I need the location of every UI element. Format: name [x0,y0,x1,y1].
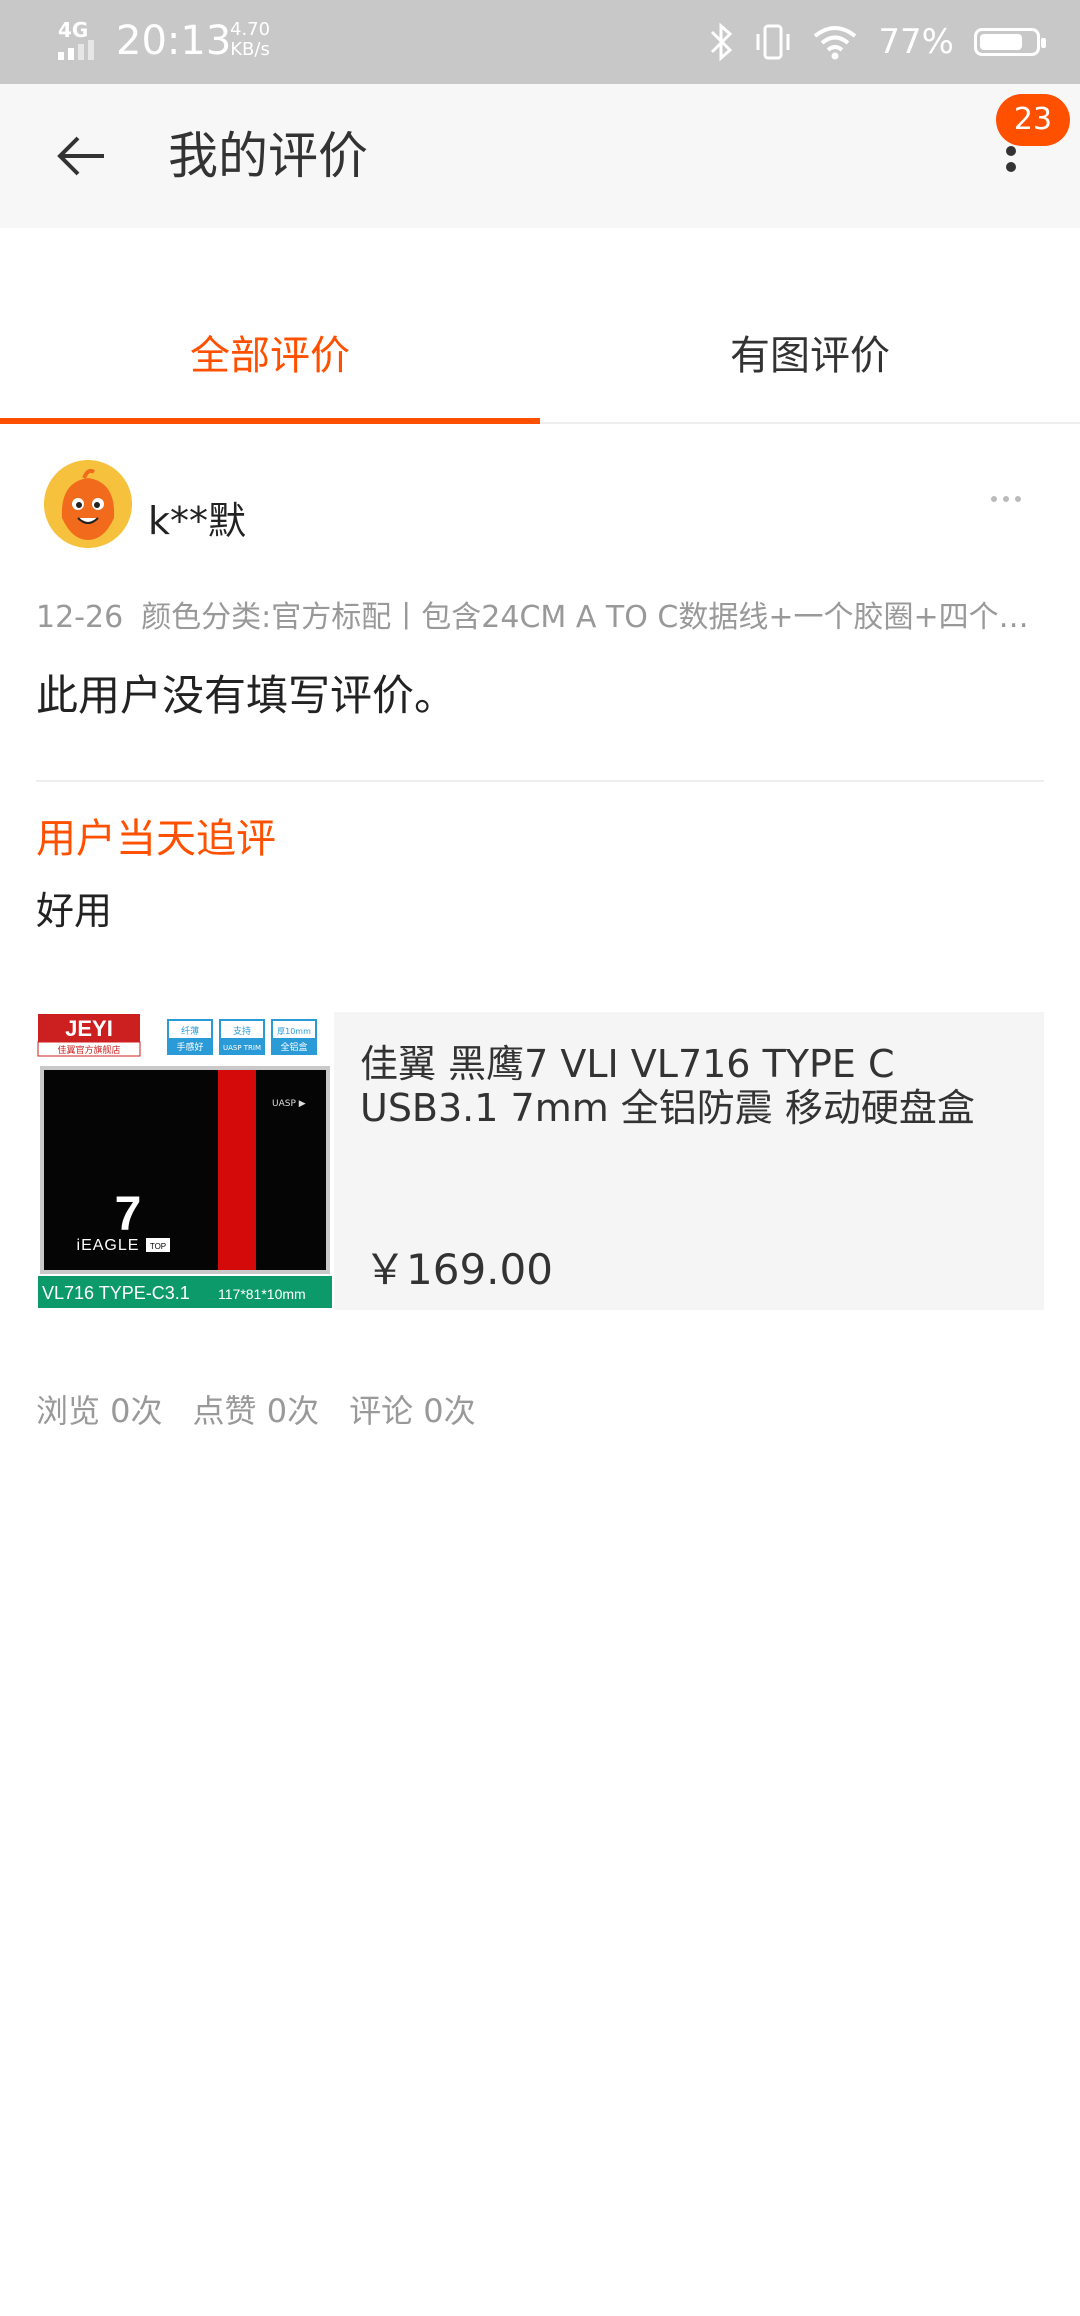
review-tabs: 全部评价 有图评价 [0,290,1080,424]
followup-text: 好用 [36,889,113,933]
wifi-icon [814,26,857,60]
app-header: 我的评价 [0,84,1080,228]
comments-count: 评论 0次 [349,1392,476,1430]
views-count: 浏览 0次 [36,1392,163,1430]
product-tag2-top: 支持 [233,1025,251,1037]
clock: 20:13 [116,18,232,64]
back-arrow-icon[interactable] [48,124,118,188]
network-speed: 4.70 KB/s [230,20,270,60]
product-image: JEYI 佳翼官方旗舰店 纤薄 手感好 支持 UASP TRIM 厚10mm 全… [36,1012,334,1310]
message-badge[interactable]: 23 [996,94,1070,146]
product-model-badge: TOP [150,1242,166,1251]
signal-icon [58,40,94,60]
tab-all-reviews[interactable]: 全部评价 [0,290,540,422]
speed-unit: KB/s [230,39,270,60]
product-price: ￥169.00 [364,1245,553,1294]
page-title: 我的评价 [168,127,368,185]
product-tag3-top: 厚10mm [277,1027,311,1036]
vibrate-icon [756,24,790,60]
likes-count: 点赞 0次 [192,1392,320,1430]
review-stats: 浏览 0次 点赞 0次 评论 0次 [36,1386,476,1432]
reviewer-username: k**默 [148,499,247,543]
product-card[interactable]: JEYI 佳翼官方旗舰店 纤薄 手感好 支持 UASP TRIM 厚10mm 全… [36,1012,1044,1310]
review-meta: 12-26 颜色分类:官方标配丨包含24CM A TO C数据线+一个胶圈+四个脚… [36,592,1046,636]
status-bar: 4G 20:13 4.70 KB/s 77% [0,0,1080,84]
more-dot-icon [1006,162,1016,172]
mascot-avatar-icon [44,460,132,548]
product-tag1-top: 纤薄 [181,1025,199,1037]
review-date: 12-26 [36,600,124,635]
review-sku: 颜色分类:官方标配丨包含24CM A TO C数据线+一个胶圈+四个脚垫+螺丝刀 [141,600,1046,635]
bluetooth-icon [711,22,733,62]
battery-fill [980,34,1022,50]
product-footer-model: VL716 TYPE-C3.1 [42,1283,190,1303]
more-dot-icon [1006,146,1016,156]
product-title: 佳翼 黑鹰7 VLI VL716 TYPE C USB3.1 7mm 全铝防震 … [360,1042,975,1130]
product-footer-size: 117*81*10mm [218,1286,306,1302]
product-tag1-bottom: 手感好 [176,1041,203,1053]
tab-photo-reviews[interactable]: 有图评价 [540,290,1080,422]
product-model-number: 7 [115,1188,142,1241]
battery-icon [974,28,1046,56]
product-brand-text: JEYI [65,1016,113,1041]
review-text: 此用户没有填写评价。 [36,671,457,720]
battery-percent: 77% [878,22,954,62]
divider [36,780,1044,782]
network-type: 4G [58,18,89,42]
avatar[interactable] [44,460,132,548]
review-more-icon[interactable] [986,484,1026,514]
product-tag2-bottom: UASP TRIM [223,1044,261,1052]
product-box-label: UASP ▶ [272,1099,306,1109]
speed-value: 4.70 [230,19,271,40]
product-brand-sub-text: 佳翼官方旗舰店 [57,1044,120,1056]
active-tab-indicator [0,418,540,424]
product-model-name: iEAGLE [77,1237,140,1254]
followup-label: 用户当天追评 [36,816,276,862]
product-tag3-bottom: 全铝盒 [280,1041,307,1053]
product-photo-icon: JEYI 佳翼官方旗舰店 纤薄 手感好 支持 UASP TRIM 厚10mm 全… [36,1012,334,1310]
